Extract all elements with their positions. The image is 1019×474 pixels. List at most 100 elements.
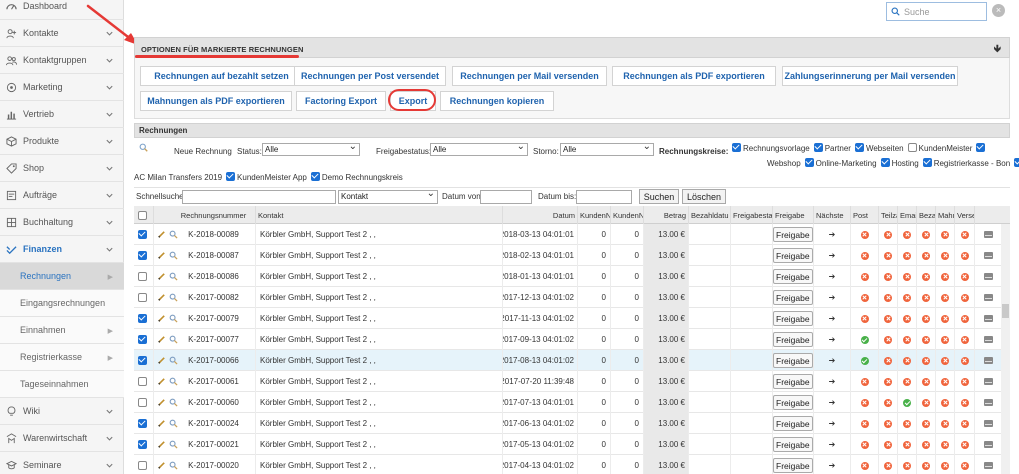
status-x-icon[interactable] [903,461,911,470]
status-x-icon[interactable] [860,230,869,239]
status-x-icon[interactable] [922,230,930,239]
kreis-checkbox-item[interactable]: Registrierkasse - Bon [922,158,1010,168]
checkbox[interactable] [732,143,741,152]
chevron-down-icon[interactable] [105,110,114,119]
status-x-icon[interactable] [903,335,911,344]
status-x-icon[interactable] [884,377,892,386]
invoice-number[interactable]: K-2017-00066 [188,356,239,365]
sidebar-item-warenwirtschaft[interactable]: Warenwirtschaft [0,425,124,452]
status-x-icon[interactable] [884,272,892,281]
status-x-icon[interactable] [884,356,892,365]
status-x-icon[interactable] [860,398,869,407]
status-x-icon[interactable] [884,398,892,407]
table-row[interactable]: K-2017-00061 Körbler GmbH, Support Test 2… [134,371,1002,392]
status-x-icon[interactable] [860,251,869,260]
status-ok-icon[interactable] [860,335,869,344]
sidebar-item-wiki[interactable]: Wiki [0,398,124,425]
collapse-arrow-icon[interactable]: 🡻 [994,42,1001,59]
status-x-icon[interactable] [941,440,949,449]
option-button-row2-1[interactable]: Mahnungen als PDF exportieren [140,91,292,111]
freigabe-button[interactable]: Freigabe [773,311,813,326]
checkbox[interactable] [813,143,823,152]
column-header[interactable]: Freigabe [773,206,814,224]
checkbox[interactable] [138,335,147,344]
checkbox[interactable] [976,143,986,152]
checkbox[interactable] [922,158,932,167]
mail-icon[interactable] [983,378,993,385]
sidebar-subitem-eingangsrechnungen[interactable]: Eingangsrechnungen [0,290,124,317]
checkbox[interactable] [138,314,147,323]
table-row[interactable]: K-2017-00024 Körbler GmbH, Support Test 2… [134,413,1002,434]
status-x-icon[interactable] [922,461,930,470]
status-x-icon[interactable] [960,440,969,449]
status-x-icon[interactable] [860,461,869,470]
sidebar-item-marketing[interactable]: Marketing [0,74,124,101]
kreis-checkbox-item[interactable]: Online-Marketing [804,158,877,168]
status-x-icon[interactable] [884,251,892,260]
status-x-icon[interactable] [860,272,869,281]
status-x-icon[interactable] [922,377,930,386]
status-x-icon[interactable] [941,356,949,365]
status-x-icon[interactable] [960,419,969,428]
column-header[interactable]: Kontakt [256,206,503,224]
freigabe-button[interactable]: Freigabe [773,395,813,410]
chevron-down-icon[interactable] [105,245,114,254]
date-to-input[interactable] [576,190,632,204]
checkbox[interactable] [1014,158,1019,167]
status-x-icon[interactable] [860,293,869,302]
status-x-icon[interactable] [903,356,911,365]
vertical-scrollbar[interactable] [1001,224,1010,474]
new-invoice-icon[interactable] [139,143,148,152]
option-button-row2-2[interactable]: Factoring Export [296,91,386,111]
option-button-row2-4[interactable]: Rechnungen kopieren [440,91,554,111]
table-row[interactable]: K-2017-00021 Körbler GmbH, Support Test 2… [134,434,1002,455]
mail-icon[interactable] [983,336,993,343]
checkbox[interactable] [138,398,147,407]
freigabe-button[interactable]: Freigabe [773,458,813,473]
checkbox[interactable] [854,143,864,152]
column-header[interactable]: Mahnst [936,206,955,224]
freigabe-button[interactable]: Freigabe [773,332,813,347]
column-header[interactable]: Versenden [955,206,975,224]
status-x-icon[interactable] [960,293,969,302]
status-x-icon[interactable] [884,314,892,323]
column-header[interactable]: Betrag [644,206,689,224]
column-header[interactable]: KundenN [578,206,611,224]
status-x-icon[interactable] [903,293,911,302]
edit-pencil-icon[interactable] [157,293,166,302]
status-x-icon[interactable] [903,314,911,323]
chevron-down-icon[interactable] [105,164,114,173]
status-select[interactable]: Alle [262,141,360,156]
status-x-icon[interactable] [860,440,869,449]
kreis-checkbox-item[interactable]: Webseiten [854,143,904,153]
invoice-number[interactable]: K-2017-00061 [188,377,239,386]
next-arrow-icon[interactable]: ➔ [829,335,836,344]
chevron-down-icon[interactable] [105,461,114,470]
new-invoice-link[interactable]: Neue Rechnung [174,147,232,156]
status-x-icon[interactable] [922,272,930,281]
column-header[interactable]: Post [851,206,879,224]
freigabe-button[interactable]: Freigabe [773,353,813,368]
checkbox[interactable] [138,251,147,260]
column-header[interactable]: Datum [503,206,578,224]
next-arrow-icon[interactable]: ➔ [829,314,836,323]
checkbox[interactable] [804,158,814,167]
status-x-icon[interactable] [922,314,930,323]
mail-icon[interactable] [983,441,993,448]
status-x-icon[interactable] [922,293,930,302]
clear-search-icon[interactable]: × [992,4,1005,17]
mail-icon[interactable] [983,399,993,406]
edit-pencil-icon[interactable] [157,440,166,449]
status-x-icon[interactable] [884,461,892,470]
status-x-icon[interactable] [941,335,949,344]
invoice-number[interactable]: K-2018-00086 [188,272,239,281]
edit-pencil-icon[interactable] [157,461,166,470]
status-ok-icon[interactable] [903,398,911,407]
table-row[interactable]: K-2017-00079 Körbler GmbH, Support Test 2… [134,308,1002,329]
edit-pencil-icon[interactable] [157,419,166,428]
freigabe-button[interactable]: Freigabe [773,416,813,431]
kreis-checkbox-item[interactable]: KundenMeister [907,143,972,153]
sidebar-subitem-tageseinnahmen[interactable]: Tageseinnahmen [0,371,124,398]
status-x-icon[interactable] [884,440,892,449]
column-header[interactable]: Nächste [814,206,851,224]
